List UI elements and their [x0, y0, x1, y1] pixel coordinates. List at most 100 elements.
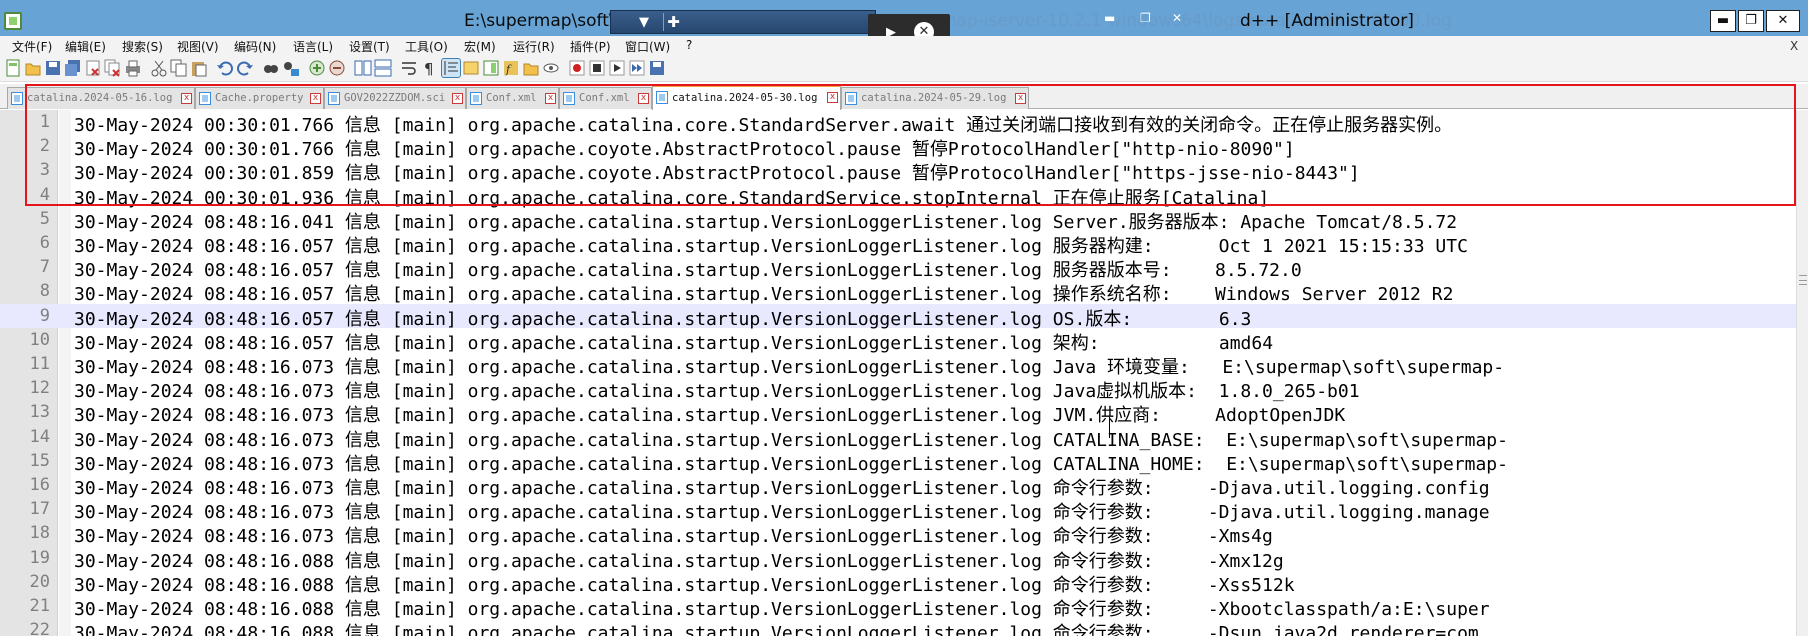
menu-search[interactable]: 搜索(S)	[122, 38, 163, 55]
line-text: 30-May-2024 08:48:16.088 信息 [main] org.a…	[74, 550, 1284, 572]
minimize-button[interactable]: ▬	[1710, 10, 1736, 32]
line-text: 30-May-2024 08:48:16.057 信息 [main] org.a…	[74, 284, 1454, 306]
menu-help[interactable]: ?	[686, 38, 692, 52]
inner-minimize-button[interactable]: ▬	[1104, 11, 1115, 25]
editor-line[interactable]: 10 30-May-2024 08:48:16.057 信息 [main] org…	[0, 328, 1796, 354]
line-number: 6	[39, 233, 50, 253]
indent-guide-icon[interactable]	[441, 58, 461, 78]
tab-close-icon[interactable]: x	[827, 92, 838, 103]
zoom-out-icon[interactable]	[328, 59, 346, 77]
menu-language[interactable]: 语言(L)	[293, 38, 333, 55]
restore-button[interactable]: ❐	[1738, 10, 1764, 32]
tab-conf-xml-1[interactable]: Conf.xml x	[466, 87, 559, 109]
menu-file[interactable]: 文件(F)	[12, 38, 52, 55]
close-all-icon[interactable]	[104, 59, 122, 77]
tab-conf-xml-2[interactable]: Conf.xml x	[559, 87, 652, 109]
editor-line[interactable]: 11 30-May-2024 08:48:16.073 信息 [main] org…	[0, 352, 1796, 378]
editor-line[interactable]: 20 30-May-2024 08:48:16.088 信息 [main] org…	[0, 570, 1796, 596]
inner-restore-button[interactable]: ❐	[1140, 11, 1151, 25]
monitoring-icon[interactable]	[542, 59, 560, 77]
menu-view[interactable]: 视图(V)	[177, 38, 219, 55]
find-icon[interactable]	[262, 59, 280, 77]
notepadpp-app-icon[interactable]	[4, 12, 22, 30]
menu-plugins[interactable]: 插件(P)	[570, 38, 611, 55]
tab-close-icon[interactable]: x	[1015, 93, 1026, 104]
vertical-scrollbar[interactable]	[1796, 110, 1808, 636]
stop-record-icon[interactable]	[588, 59, 606, 77]
word-wrap-icon[interactable]	[400, 59, 418, 77]
menu-window[interactable]: 窗口(W)	[625, 38, 670, 55]
line-number: 4	[39, 184, 50, 205]
tab-catalina-2024-05-16[interactable]: catalina.2024-05-16.log x	[7, 87, 195, 109]
editor-line[interactable]: 14 30-May-2024 08:48:16.073 信息 [main] org…	[0, 425, 1796, 451]
copy-icon[interactable]	[170, 59, 188, 77]
play-macro-icon[interactable]	[608, 59, 626, 77]
save-macro-icon[interactable]	[648, 59, 666, 77]
new-file-icon[interactable]	[4, 59, 22, 77]
tab-catalina-2024-05-30[interactable]: catalina.2024-05-30.log x	[652, 84, 841, 110]
tab-close-icon[interactable]: x	[638, 93, 649, 104]
menu-encoding[interactable]: 编码(N)	[234, 38, 276, 55]
tab-gov2022zzdom-sci[interactable]: GOV2022ZZDOM.sci x	[324, 87, 466, 109]
tab-close-icon[interactable]: x	[181, 93, 192, 104]
editor-line[interactable]: 17 30-May-2024 08:48:16.073 信息 [main] org…	[0, 497, 1796, 523]
file-icon	[470, 92, 482, 105]
menu-tools[interactable]: 工具(O)	[405, 38, 448, 55]
editor-line[interactable]: 4 30-May-2024 00:30:01.936 信息 [main] org.…	[0, 183, 1796, 209]
editor-line[interactable]: 16 30-May-2024 08:48:16.073 信息 [main] org…	[0, 473, 1796, 499]
sync-horizontal-icon[interactable]	[374, 59, 392, 77]
editor-line[interactable]: 22 30-May-2024 08:48:16.088 信息 [main] org…	[0, 618, 1796, 636]
editor-line[interactable]: 9 30-May-2024 08:48:16.057 信息 [main] org.…	[0, 303, 1796, 330]
editor-line[interactable]: 8 30-May-2024 08:48:16.057 信息 [main] org.…	[0, 279, 1796, 306]
editor-line[interactable]: 7 30-May-2024 08:48:16.057 信息 [main] org.…	[0, 255, 1796, 281]
folder-as-workspace-icon[interactable]	[522, 59, 540, 77]
tab-close-icon[interactable]: x	[452, 93, 463, 104]
open-file-icon[interactable]	[24, 59, 42, 77]
udl-icon[interactable]	[462, 59, 480, 77]
inner-close-button[interactable]: ✕	[1172, 11, 1182, 25]
menu-macro[interactable]: 宏(M)	[464, 38, 496, 55]
editor-line[interactable]: 6 30-May-2024 08:48:16.057 信息 [main] org.…	[0, 231, 1796, 257]
redo-icon[interactable]	[236, 59, 254, 77]
tab-close-icon[interactable]: x	[545, 93, 556, 104]
menu-settings[interactable]: 设置(T)	[349, 38, 390, 55]
tab-catalina-2024-05-29[interactable]: catalina.2024-05-29.log x	[841, 87, 1029, 109]
doc-map-icon[interactable]	[482, 59, 500, 77]
print-icon[interactable]	[124, 59, 142, 77]
scrollbar-grip[interactable]	[1799, 275, 1807, 285]
save-all-icon[interactable]	[64, 59, 82, 77]
close-icon[interactable]	[84, 59, 102, 77]
menu-edit[interactable]: 编辑(E)	[65, 38, 106, 55]
editor-line[interactable]: 5 30-May-2024 08:48:16.041 信息 [main] org.…	[0, 207, 1796, 233]
editor-line[interactable]: 12 30-May-2024 08:48:16.073 信息 [main] org…	[0, 376, 1796, 402]
tab-cache-property[interactable]: Cache.property x	[195, 87, 324, 109]
line-number: 15	[29, 450, 50, 471]
record-macro-icon[interactable]	[568, 59, 586, 77]
zoom-in-icon[interactable]	[308, 59, 326, 77]
editor-line[interactable]: 2 30-May-2024 00:30:01.766 信息 [main] org.…	[0, 134, 1796, 160]
tab-close-icon[interactable]: x	[310, 93, 321, 104]
editor-line[interactable]: 13 30-May-2024 08:48:16.073 信息 [main] org…	[0, 400, 1796, 426]
editor-line[interactable]: 18 30-May-2024 08:48:16.073 信息 [main] org…	[0, 521, 1796, 547]
line-number: 1	[39, 112, 50, 132]
sync-vertical-icon[interactable]	[354, 59, 372, 77]
pin-dropdown-icon[interactable]: ▼	[639, 15, 649, 30]
cut-icon[interactable]	[150, 59, 168, 77]
editor-line[interactable]: 19 30-May-2024 08:48:16.088 信息 [main] org…	[0, 546, 1796, 572]
editor-line[interactable]: 1 30-May-2024 00:30:01.766 信息 [main] org.…	[0, 110, 1796, 136]
editor-line[interactable]: 15 30-May-2024 08:48:16.073 信息 [main] org…	[0, 449, 1796, 475]
show-all-chars-icon[interactable]: ¶	[420, 59, 438, 77]
save-icon[interactable]	[44, 59, 62, 77]
function-list-icon[interactable]: f	[502, 59, 520, 77]
paste-icon[interactable]	[190, 59, 208, 77]
menu-run[interactable]: 运行(R)	[513, 38, 555, 55]
editor-line[interactable]: 21 30-May-2024 08:48:16.088 信息 [main] org…	[0, 594, 1796, 620]
editor-line[interactable]: 3 30-May-2024 00:30:01.859 信息 [main] org.…	[0, 158, 1796, 184]
replace-icon[interactable]	[282, 59, 300, 77]
undo-icon[interactable]	[216, 59, 234, 77]
close-button[interactable]: ✕	[1766, 10, 1800, 32]
pin-icon[interactable]: ✚	[663, 13, 683, 31]
text-editor[interactable]: 1 30-May-2024 00:30:01.766 信息 [main] org.…	[0, 110, 1796, 636]
run-macro-multiple-icon[interactable]	[628, 59, 646, 77]
menubar-close-button[interactable]: X	[1790, 39, 1798, 53]
